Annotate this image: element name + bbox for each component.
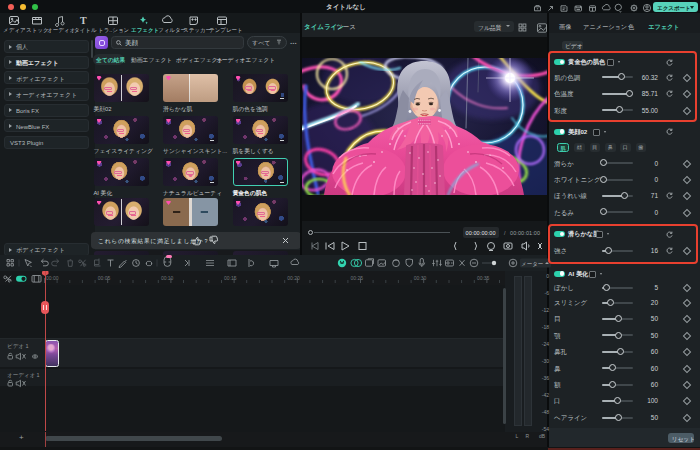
svg-text:T: T <box>80 15 87 26</box>
